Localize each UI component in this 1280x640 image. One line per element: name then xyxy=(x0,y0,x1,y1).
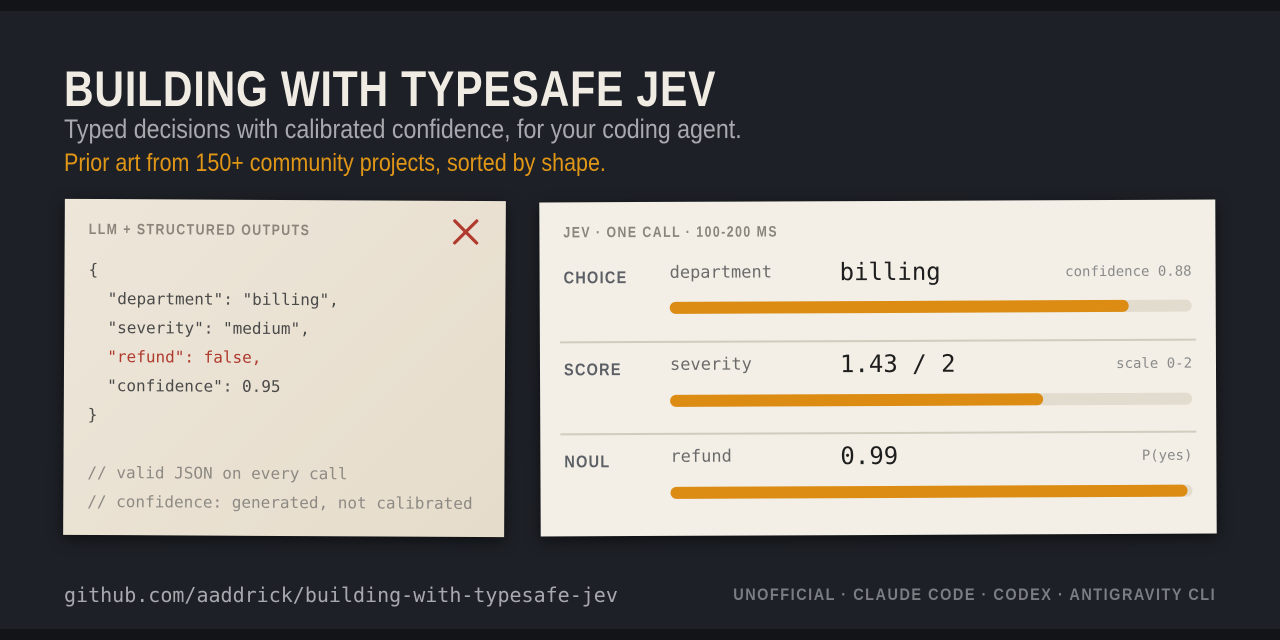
field-value: billing xyxy=(839,257,941,287)
footer-tags: UNOFFICIAL · CLAUDE CODE · CODEX · ANTIG… xyxy=(733,585,1216,604)
progress-fill xyxy=(670,393,1044,407)
json-code-block: { "department": "billing", "severity": "… xyxy=(87,255,474,518)
decision-row-noul: NOUL refund 0.99 P(yes) xyxy=(539,200,1215,499)
progress-fill xyxy=(669,299,1130,314)
progress-track xyxy=(670,484,1193,499)
code-comment: // valid JSON on every call xyxy=(87,462,348,484)
field-name: refund xyxy=(670,446,732,467)
code-comment: // confidence: generated, not calibrated xyxy=(87,491,473,513)
progress-fill xyxy=(670,484,1188,499)
row-divider xyxy=(559,338,1196,344)
page-title: BUILDING WITH TYPESAFE JEV xyxy=(64,61,717,117)
card-label: LLM + STRUCTURED OUTPUTS xyxy=(88,220,311,240)
code-line: } xyxy=(87,404,98,425)
card-label: JEV · ONE CALL · 100-200 MS xyxy=(563,223,779,242)
row-divider xyxy=(560,430,1197,436)
close-icon xyxy=(453,219,479,245)
row-kind-label: SCORE xyxy=(563,360,622,380)
code-line-highlighted: "refund": false, xyxy=(88,346,262,367)
field-meta: confidence 0.88 xyxy=(1065,263,1192,281)
field-meta: scale 0-2 xyxy=(1116,355,1193,372)
row-kind-label: NOUL xyxy=(564,452,611,472)
top-bar xyxy=(0,0,1280,11)
field-name: severity xyxy=(669,354,752,375)
decision-row-score: SCORE severity 1.43 / 2 scale 0-2 xyxy=(539,200,1215,407)
field-value: 0.99 xyxy=(840,441,899,471)
code-line: "confidence": 0.95 xyxy=(87,375,281,396)
progress-track xyxy=(670,392,1193,407)
field-meta: P(yes) xyxy=(1141,447,1193,464)
page-tagline: Prior art from 150+ community projects, … xyxy=(64,149,606,177)
row-kind-label: CHOICE xyxy=(563,268,628,288)
field-value: 1.43 / 2 xyxy=(839,349,956,379)
progress-track xyxy=(669,299,1192,314)
repo-link[interactable]: github.com/aaddrick/building-with-typesa… xyxy=(64,583,618,607)
field-name: department xyxy=(669,262,772,283)
bottom-bar xyxy=(0,629,1280,640)
code-line: { xyxy=(88,259,99,280)
page-subtitle: Typed decisions with calibrated confiden… xyxy=(64,114,742,144)
code-line: "severity": "medium", xyxy=(88,317,310,339)
code-line: "department": "billing", xyxy=(88,288,339,310)
jev-card: JEV · ONE CALL · 100-200 MS CHOICE depar… xyxy=(539,199,1217,537)
structured-outputs-card: LLM + STRUCTURED OUTPUTS { "department":… xyxy=(63,198,506,538)
decision-row-choice: CHOICE department billing confidence 0.8… xyxy=(539,200,1215,314)
